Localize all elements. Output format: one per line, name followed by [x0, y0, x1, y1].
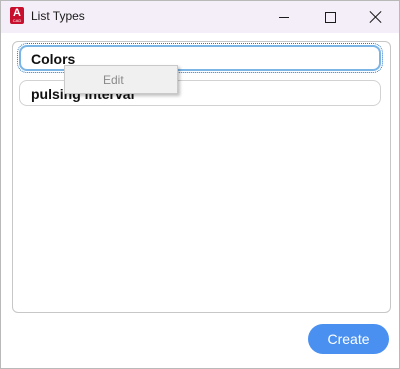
minimize-icon	[279, 16, 289, 18]
title-bar[interactable]: A CAD List Types	[1, 1, 399, 33]
window-title: List Types	[31, 9, 85, 23]
close-button[interactable]	[353, 1, 399, 33]
app-icon: A CAD	[10, 7, 24, 24]
context-menu-item-label: Edit	[103, 73, 124, 87]
context-menu-item-edit[interactable]: Edit	[65, 66, 177, 93]
close-icon	[370, 11, 382, 23]
create-button[interactable]: Create	[308, 324, 389, 354]
maximize-icon	[324, 11, 336, 23]
app-icon-sub: CAD	[12, 18, 22, 23]
context-menu: Edit	[64, 65, 178, 94]
list-types-window: A CAD List Types Colors pulsing interval…	[0, 0, 400, 369]
maximize-button[interactable]	[307, 1, 353, 33]
minimize-button[interactable]	[261, 1, 307, 33]
